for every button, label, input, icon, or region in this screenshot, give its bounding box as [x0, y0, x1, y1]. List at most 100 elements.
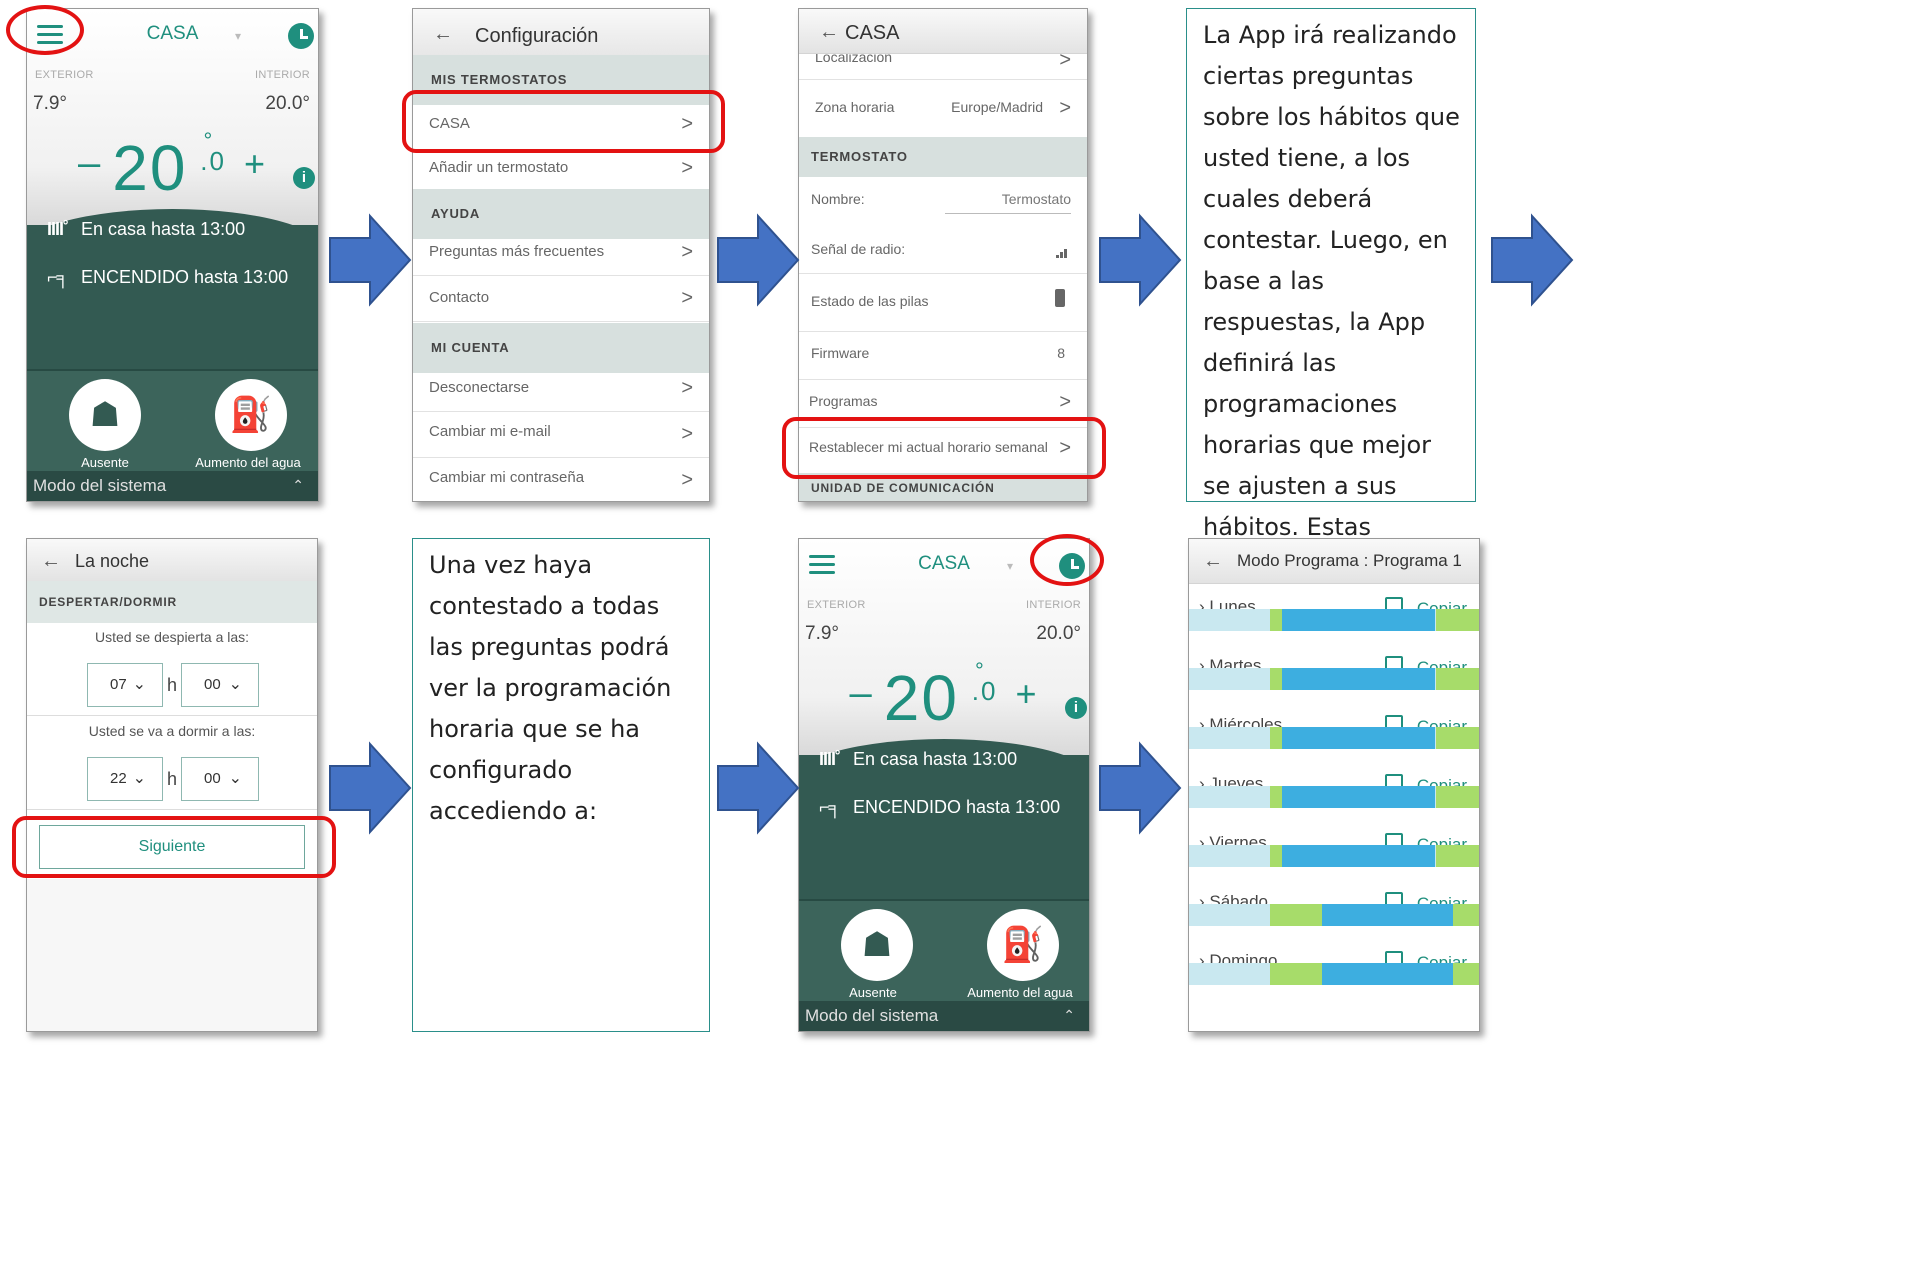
section-thermostat: TERMOSTATO	[799, 137, 1087, 177]
setpoint-decimal: °.0	[200, 128, 226, 176]
schedule-segment-comfort	[1270, 904, 1323, 926]
hour-separator: h	[167, 675, 178, 695]
settings-item-firmware: Firmware 8	[799, 331, 1087, 380]
schedule-segment-comfort	[1270, 668, 1282, 690]
schedule-bar[interactable]	[1189, 845, 1479, 867]
schedule-segment-away	[1189, 845, 1271, 867]
schedule-bar[interactable]	[1189, 963, 1479, 985]
schedule-segment-home	[1281, 668, 1436, 690]
config-item-faq[interactable]: Preguntas más frecuentes >	[413, 229, 709, 276]
battery-icon	[1055, 289, 1065, 307]
schedule-segment-away	[1479, 845, 1480, 867]
tap-icon: ⛽	[229, 396, 273, 434]
info-icon[interactable]: i	[293, 167, 315, 189]
config-item-password[interactable]: Cambiar mi contraseña >	[413, 457, 709, 501]
chevron-down-icon[interactable]: ▾	[1007, 559, 1013, 573]
config-item-email[interactable]: Cambiar mi e-mail >	[413, 411, 709, 458]
casa-title: CASA	[845, 22, 900, 44]
config-item-add[interactable]: Añadir un termostato >	[413, 151, 709, 194]
schedule-segment-comfort	[1270, 727, 1282, 749]
back-arrow-icon[interactable]: ←	[41, 550, 61, 573]
wake-minute-select[interactable]: 00 ⌄	[181, 663, 259, 707]
decrease-button[interactable]: –	[78, 141, 102, 185]
schedule-segment-away	[1189, 609, 1271, 631]
settings-item-radio: Señal de radio:	[799, 225, 1087, 274]
home-person-icon: ☗	[861, 926, 893, 964]
back-arrow-icon[interactable]: ←	[1203, 550, 1223, 573]
flow-arrow	[717, 741, 800, 835]
heating-status: IIII˚ En casa hasta 13:00	[47, 219, 246, 239]
away-button[interactable]: ☗	[841, 909, 913, 981]
schedule-segment-home	[1322, 904, 1453, 926]
system-mode-bar[interactable]: Modo del sistema ⌃	[27, 471, 318, 501]
interior-label: INTERIOR	[255, 69, 310, 81]
clock-icon[interactable]	[288, 23, 314, 49]
settings-item-name[interactable]: Nombre: Termostato	[799, 177, 1087, 225]
config-screen: ← Configuración MIS TERMOSTATOS CASA > Aña…	[412, 8, 710, 502]
setpoint-display: –20 °.0 +	[799, 658, 1089, 735]
hot-water-button[interactable]: ⛽	[987, 909, 1059, 981]
schedule-bar[interactable]	[1189, 609, 1479, 631]
away-label: Ausente	[849, 985, 897, 1000]
night-title: La noche	[75, 551, 150, 571]
settings-item-timezone[interactable]: Zona horaria Europe/Madrid >	[799, 79, 1087, 138]
highlight-clock	[1030, 534, 1104, 586]
signal-icon	[1056, 245, 1067, 262]
home-screen-top: CASA ▾ EXTERIOR INTERIOR 7.9° 20.0° –20 °…	[26, 8, 319, 502]
schedule-segment-comfort	[1270, 845, 1282, 867]
schedule-segment-away	[1189, 963, 1271, 985]
config-item-logout[interactable]: Desconectarse >	[413, 365, 709, 412]
schedule-segment-comfort	[1270, 786, 1282, 808]
chevron-down-icon: ⌄	[228, 770, 242, 787]
chevron-down-icon: ⌄	[228, 676, 242, 693]
setpoint-decimal: °.0	[971, 658, 998, 706]
schedule-bar[interactable]	[1189, 727, 1479, 749]
chevron-up-icon: ⌃	[1063, 1007, 1075, 1023]
decrease-button[interactable]: –	[850, 671, 874, 715]
instruction-text-top: La App irá realizando ciertas preguntas …	[1186, 8, 1476, 705]
night-screen: ← La noche DESPERTAR/DORMIR Usted se desp…	[26, 538, 318, 1032]
schedule-segment-away	[1189, 904, 1271, 926]
chevron-up-icon: ⌃	[292, 477, 304, 493]
away-button[interactable]: ☗	[69, 379, 141, 451]
config-title: Configuración	[475, 25, 599, 47]
flow-arrow	[1491, 213, 1574, 307]
empty-area	[27, 879, 317, 1031]
increase-button[interactable]: +	[1015, 673, 1038, 714]
exterior-label: EXTERIOR	[35, 69, 94, 81]
flow-arrow	[717, 213, 800, 307]
wake-hour-select[interactable]: 07 ⌄	[87, 663, 163, 707]
divider	[27, 715, 317, 716]
chevron-down-icon[interactable]: ▾	[235, 29, 241, 43]
sleep-question: Usted se va a dormir a las:	[88, 723, 256, 739]
hot-water-button[interactable]: ⛽	[215, 379, 287, 451]
setpoint-display: –20 °.0 +	[27, 128, 318, 205]
increase-button[interactable]: +	[244, 143, 267, 184]
config-item-contact[interactable]: Contacto >	[413, 275, 709, 322]
schedule-bar[interactable]	[1189, 786, 1479, 808]
day-row[interactable]: › DomingoCopiar	[1189, 937, 1479, 1009]
interior-temp: 20.0°	[1036, 623, 1081, 644]
sleep-minute-select[interactable]: 00 ⌄	[181, 757, 259, 801]
highlight-casa	[402, 90, 725, 153]
schedule-segment-comfort	[1435, 845, 1479, 867]
setpoint-value: 20	[883, 662, 959, 734]
sleep-hour-select[interactable]: 22 ⌄	[87, 757, 163, 801]
schedule-segment-away	[1479, 727, 1480, 749]
back-arrow-icon[interactable]: ←	[819, 21, 839, 44]
schedule-bar[interactable]	[1189, 904, 1479, 926]
interior-label: INTERIOR	[1026, 599, 1081, 611]
info-icon[interactable]: i	[1065, 697, 1087, 719]
flow-arrow	[329, 213, 412, 307]
radiator-icon: IIII˚	[47, 219, 69, 239]
system-mode-bar[interactable]: Modo del sistema ⌃	[799, 1001, 1089, 1031]
schedule-segment-home	[1281, 845, 1436, 867]
heating-status: IIII˚ En casa hasta 13:00	[819, 749, 1018, 769]
schedule-segment-comfort	[1435, 609, 1479, 631]
highlight-next	[12, 816, 336, 878]
schedule-bar[interactable]	[1189, 668, 1479, 690]
flow-arrow	[329, 741, 412, 835]
back-arrow-icon[interactable]: ←	[433, 23, 453, 46]
schedule-segment-home	[1281, 609, 1436, 631]
schedule-segment-home	[1281, 727, 1436, 749]
